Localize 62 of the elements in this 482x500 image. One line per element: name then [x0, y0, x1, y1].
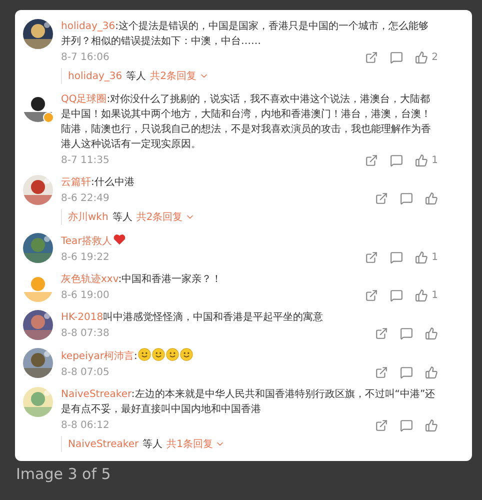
reply-count-link[interactable]: 共1条回复	[166, 437, 225, 451]
share-icon[interactable]	[375, 419, 388, 432]
reply-others-text: 等人	[126, 70, 146, 83]
comment-text: kepeiyar柯沛言:	[61, 348, 438, 364]
like-button[interactable]	[425, 192, 438, 205]
share-icon[interactable]	[375, 192, 388, 205]
reply-user-link[interactable]: 亦川wkh	[68, 210, 108, 224]
user-link[interactable]: kepeiyar柯沛言	[61, 351, 134, 362]
reply-others-text: 等人	[142, 438, 163, 451]
user-link[interactable]: HK-2018	[61, 312, 104, 323]
like-button[interactable]: 1	[414, 154, 438, 167]
comment-time: 8-8 07:05	[61, 367, 110, 378]
share-icon[interactable]	[364, 51, 378, 64]
user-link[interactable]: QQ足球圈	[61, 94, 107, 105]
share-icon[interactable]	[375, 366, 388, 379]
reply-user-link[interactable]: holiday_36	[68, 70, 122, 82]
comment-icon[interactable]	[400, 327, 413, 340]
comment-time: 8-7 16:06	[61, 52, 110, 63]
smiley-icon	[166, 348, 180, 361]
image-caption: Image 3 of 5	[16, 465, 112, 483]
smiley-icon	[138, 348, 152, 361]
user-link[interactable]: 云篇轩	[61, 177, 91, 188]
like-button[interactable]: 1	[414, 289, 438, 302]
smiley-icon	[152, 348, 166, 361]
share-icon[interactable]	[375, 327, 388, 340]
comment-text: 灰色轨迹xxv:中国和香港一家亲？！	[61, 272, 223, 287]
share-icon[interactable]	[364, 289, 378, 302]
smiley-icon	[180, 348, 194, 361]
user-link[interactable]: NaiveStreaker	[61, 389, 132, 400]
user-link[interactable]: Tear搭救人	[61, 236, 112, 247]
comment-text: QQ足球圈:对你没什么了挑剔的，说实话，我不喜欢中港这个说法，港澳台，大陆都是中国！如果说其中两个地方，大陆和台湾，内地和香港澳门！港台，港澳，台澳！陆港，陆澳也行，只说我自己的想法，不是对我喜欢演员的攻击，我也能理解作为香港人这种说话有一定现实原因。	[61, 92, 432, 152]
user-link[interactable]: holiday_36	[61, 21, 116, 32]
like-button[interactable]	[425, 366, 438, 379]
reply-count-link[interactable]: 共2条回复	[150, 69, 209, 83]
heart-icon	[112, 233, 126, 246]
comment-icon[interactable]	[390, 251, 403, 264]
comment-text: 云篇轩:什么中港	[61, 176, 136, 190]
comment-icon[interactable]	[390, 289, 403, 302]
comment-icon[interactable]	[390, 154, 403, 167]
comment-text: holiday_36:这个提法是错误的，中国是国家，香港只是中国的一个城市，怎么能够并列？相似的错误提法如下：中澳，中台……	[61, 20, 430, 49]
comment-text: HK-2018叫中港感觉怪怪滴，中国和香港是平起平坐的寓意	[61, 310, 324, 325]
comment-time: 8-8 07:38	[61, 328, 110, 339]
share-icon[interactable]	[364, 251, 378, 264]
comment-icon[interactable]	[390, 51, 403, 64]
comment-time: 8-8 06:12	[61, 420, 110, 431]
reply-user-link[interactable]: NaiveStreaker	[68, 438, 139, 450]
like-button[interactable]	[425, 327, 438, 340]
comment-time: 8-7 11:35	[61, 155, 110, 166]
reply-others-text: 等人	[112, 211, 132, 224]
share-icon[interactable]	[364, 154, 378, 167]
comment-icon[interactable]	[400, 419, 413, 432]
user-link[interactable]: 灰色轨迹xxv	[61, 274, 118, 285]
like-button[interactable]: 1	[414, 251, 438, 264]
comment-icon[interactable]	[400, 192, 413, 205]
comment-icon[interactable]	[400, 366, 413, 379]
comment-text: NaiveStreaker:左边的本来就是中华人民共和国香港特别行政区旗，不过叫“中港”还是有点不妥，最好直接叫中国内地和中国香港	[61, 388, 436, 417]
reply-count-link[interactable]: 共2条回复	[136, 210, 195, 224]
like-button[interactable]: 2	[414, 51, 438, 64]
comment-time: 8-6 19:00	[61, 290, 110, 301]
like-button[interactable]	[425, 419, 438, 432]
comment-time: 8-6 22:49	[61, 193, 110, 204]
comment-time: 8-6 19:22	[61, 252, 110, 263]
